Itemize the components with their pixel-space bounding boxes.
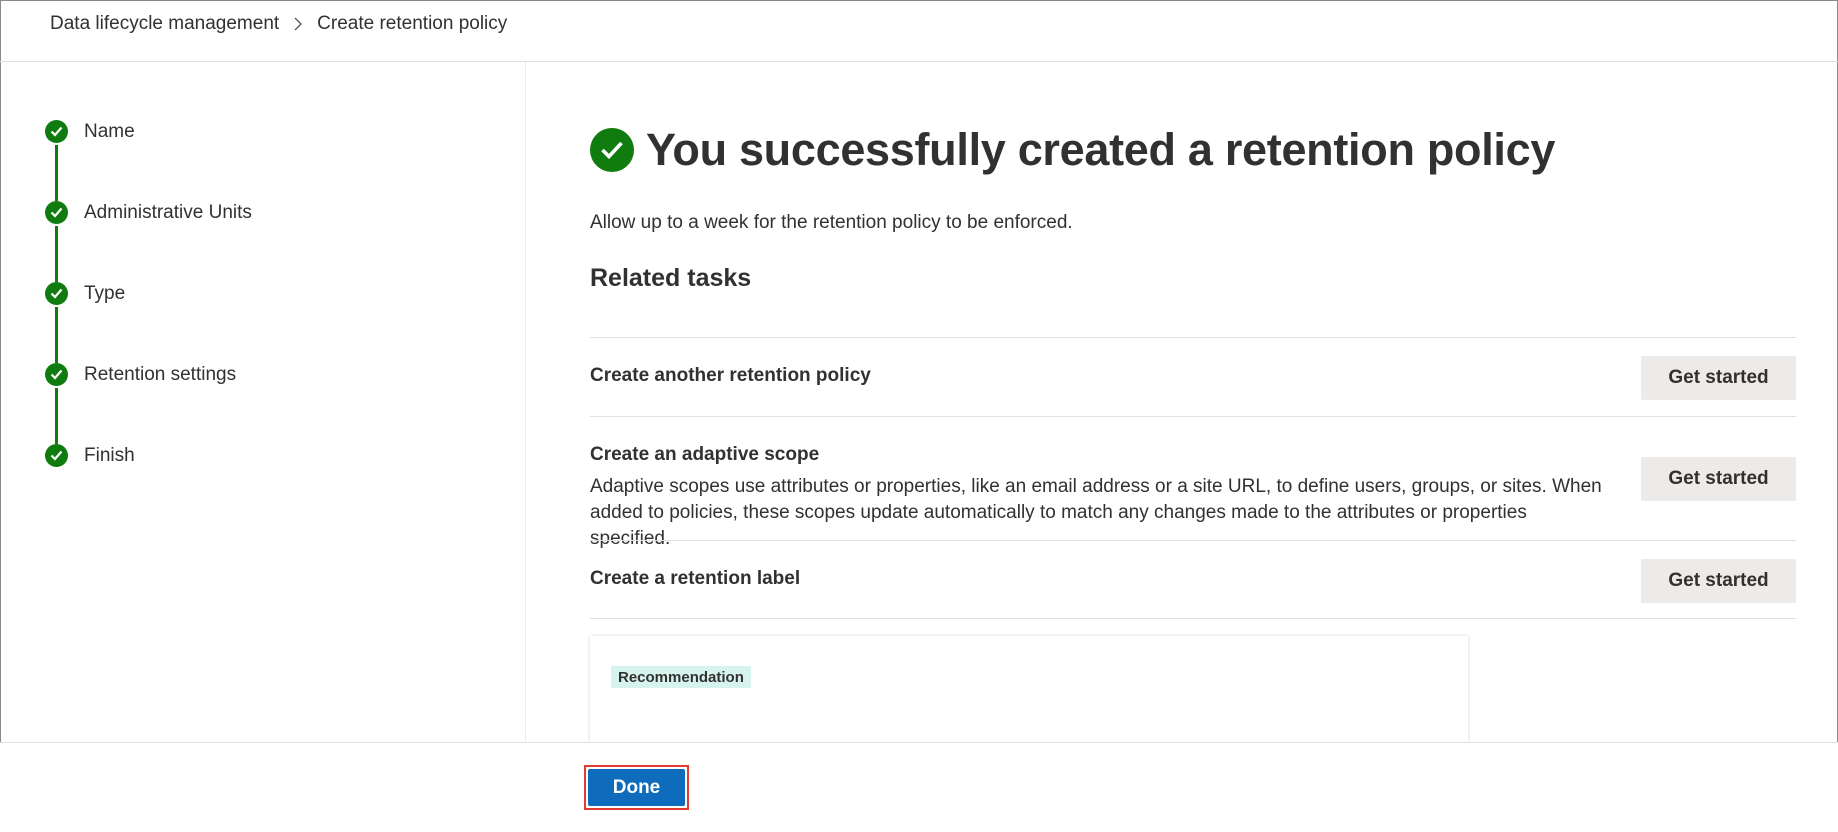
task-create-retention-policy: Create another retention policy Get star… — [590, 337, 1796, 416]
checkmark-icon — [45, 201, 68, 224]
checkmark-icon — [45, 282, 68, 305]
breadcrumb: Data lifecycle management Create retenti… — [50, 13, 507, 35]
checkmark-icon — [45, 444, 68, 467]
step-label: Retention settings — [84, 364, 237, 385]
page-subtitle: Allow up to a week for the retention pol… — [590, 212, 1073, 233]
task-create-retention-label: Create a retention label Get started — [590, 540, 1796, 619]
breadcrumb-parent-link[interactable]: Data lifecycle management — [50, 13, 279, 35]
related-tasks-heading: Related tasks — [590, 264, 752, 292]
related-tasks-list: Create another retention policy Get star… — [590, 337, 1796, 619]
task-create-adaptive-scope: Create an adaptive scope Adaptive scopes… — [590, 416, 1796, 549]
breadcrumb-current: Create retention policy — [317, 13, 508, 34]
done-button[interactable]: Done — [588, 769, 685, 806]
checkmark-icon — [45, 363, 68, 386]
recommendation-card: Recommendation — [590, 636, 1468, 744]
step-connector — [55, 145, 58, 201]
step-label: Type — [84, 283, 126, 304]
task-title: Create an adaptive scope — [590, 444, 820, 465]
recommendation-badge: Recommendation — [611, 666, 751, 688]
step-label: Name — [84, 121, 135, 142]
footer-bar: Done — [0, 742, 1838, 832]
get-started-button[interactable]: Get started — [1641, 356, 1796, 400]
step-connector — [55, 226, 58, 282]
task-title: Create a retention label — [590, 568, 801, 589]
done-button-highlight: Done — [584, 765, 689, 810]
step-label: Finish — [84, 445, 135, 466]
step-connector — [55, 307, 58, 363]
breadcrumb-bar: Data lifecycle management Create retenti… — [0, 0, 1838, 62]
get-started-button[interactable]: Get started — [1641, 457, 1796, 501]
success-heading: You successfully created a retention pol… — [590, 124, 1555, 176]
task-title: Create another retention policy — [590, 365, 871, 386]
checkmark-icon — [45, 120, 68, 143]
get-started-button[interactable]: Get started — [1641, 559, 1796, 603]
page-title: You successfully created a retention pol… — [646, 124, 1556, 175]
step-label: Administrative Units — [84, 202, 252, 223]
chevron-right-icon — [293, 17, 303, 31]
wizard-steps-panel: Name Administrative Units Type Retention… — [0, 62, 526, 742]
success-check-icon — [590, 128, 634, 172]
step-connector — [55, 388, 58, 444]
